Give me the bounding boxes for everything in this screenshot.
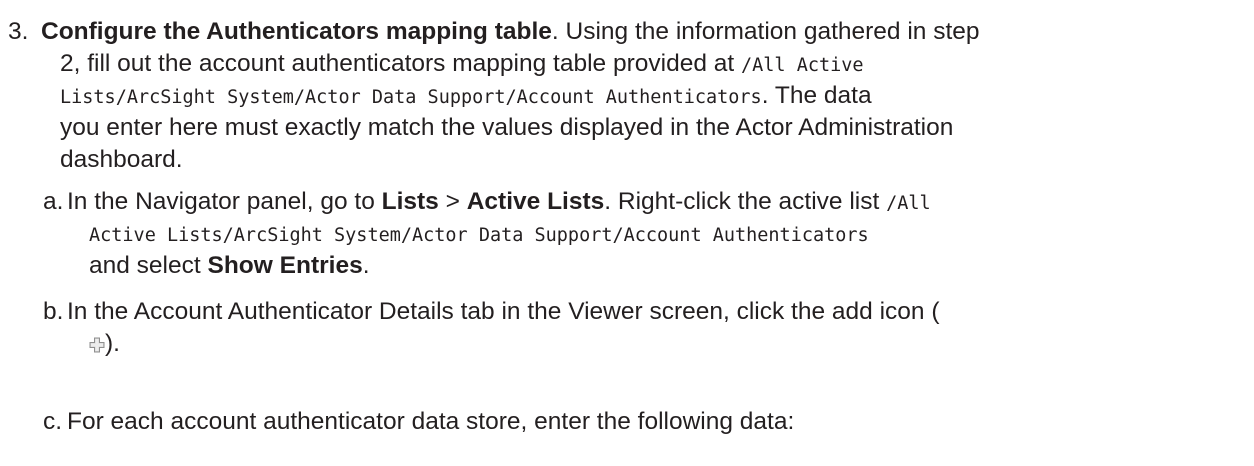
resource-path-code: /All Active [741, 55, 864, 76]
step-3-line-3: Lists/ArcSight System/Actor Data Support… [41, 80, 1246, 112]
resource-path-code: /All [886, 193, 931, 214]
substep-letter: c. [43, 408, 63, 435]
ui-term-active-lists: Active Lists [466, 188, 605, 215]
step-3-text: . The data [761, 82, 872, 109]
substep-text: ). [105, 330, 120, 357]
substep-text: . [362, 252, 370, 279]
substep-b-line-1: In the Account Authenticator Details tab… [67, 298, 940, 325]
step-number: 3. [8, 18, 29, 45]
substep-c-body: For each account authenticator data stor… [67, 406, 1247, 438]
substep-letter: a. [43, 188, 64, 215]
substep-a-line-3: and select Show Entries. [67, 250, 1247, 282]
step-3-text: 2, fill out the account authenticators m… [60, 50, 741, 77]
step-3-line-2: 2, fill out the account authenticators m… [41, 48, 1246, 80]
add-icon [89, 337, 105, 353]
step-3-text: . Using the information gathered in step [551, 18, 980, 45]
step-3-line-5: dashboard. [60, 146, 183, 173]
substep-c-line-1: For each account authenticator data stor… [67, 408, 795, 435]
substep-a-line-1: In the Navigator panel, go to Lists > Ac… [67, 186, 1247, 218]
resource-path-code: Active Lists/ArcSight System/Actor Data … [89, 225, 869, 246]
step-3-title: Configure the Authenticators mapping tab… [41, 18, 552, 45]
step-3-line-1: Configure the Authenticators mapping tab… [41, 16, 1246, 48]
substep-a-body: In the Navigator panel, go to Lists > Ac… [67, 186, 1247, 282]
ui-term-show-entries: Show Entries [207, 252, 363, 279]
resource-path-code: Lists/ArcSight System/Actor Data Support… [60, 87, 762, 108]
substep-text: . Right-click the active list [604, 188, 887, 215]
substep-letter: b. [43, 298, 64, 325]
substep-a-line-2: Active Lists/ArcSight System/Actor Data … [67, 218, 1247, 250]
substep-text: In the Navigator panel, go to [67, 188, 382, 215]
step-3-body: Configure the Authenticators mapping tab… [41, 16, 1246, 176]
ui-term-lists: Lists [381, 188, 439, 215]
separator: > [438, 188, 467, 215]
substep-text: and select [89, 252, 208, 279]
step-3-line-4: you enter here must exactly match the va… [60, 114, 954, 141]
substep-b-line-2: ). [67, 328, 1247, 360]
substep-b-body: In the Account Authenticator Details tab… [67, 296, 1247, 360]
